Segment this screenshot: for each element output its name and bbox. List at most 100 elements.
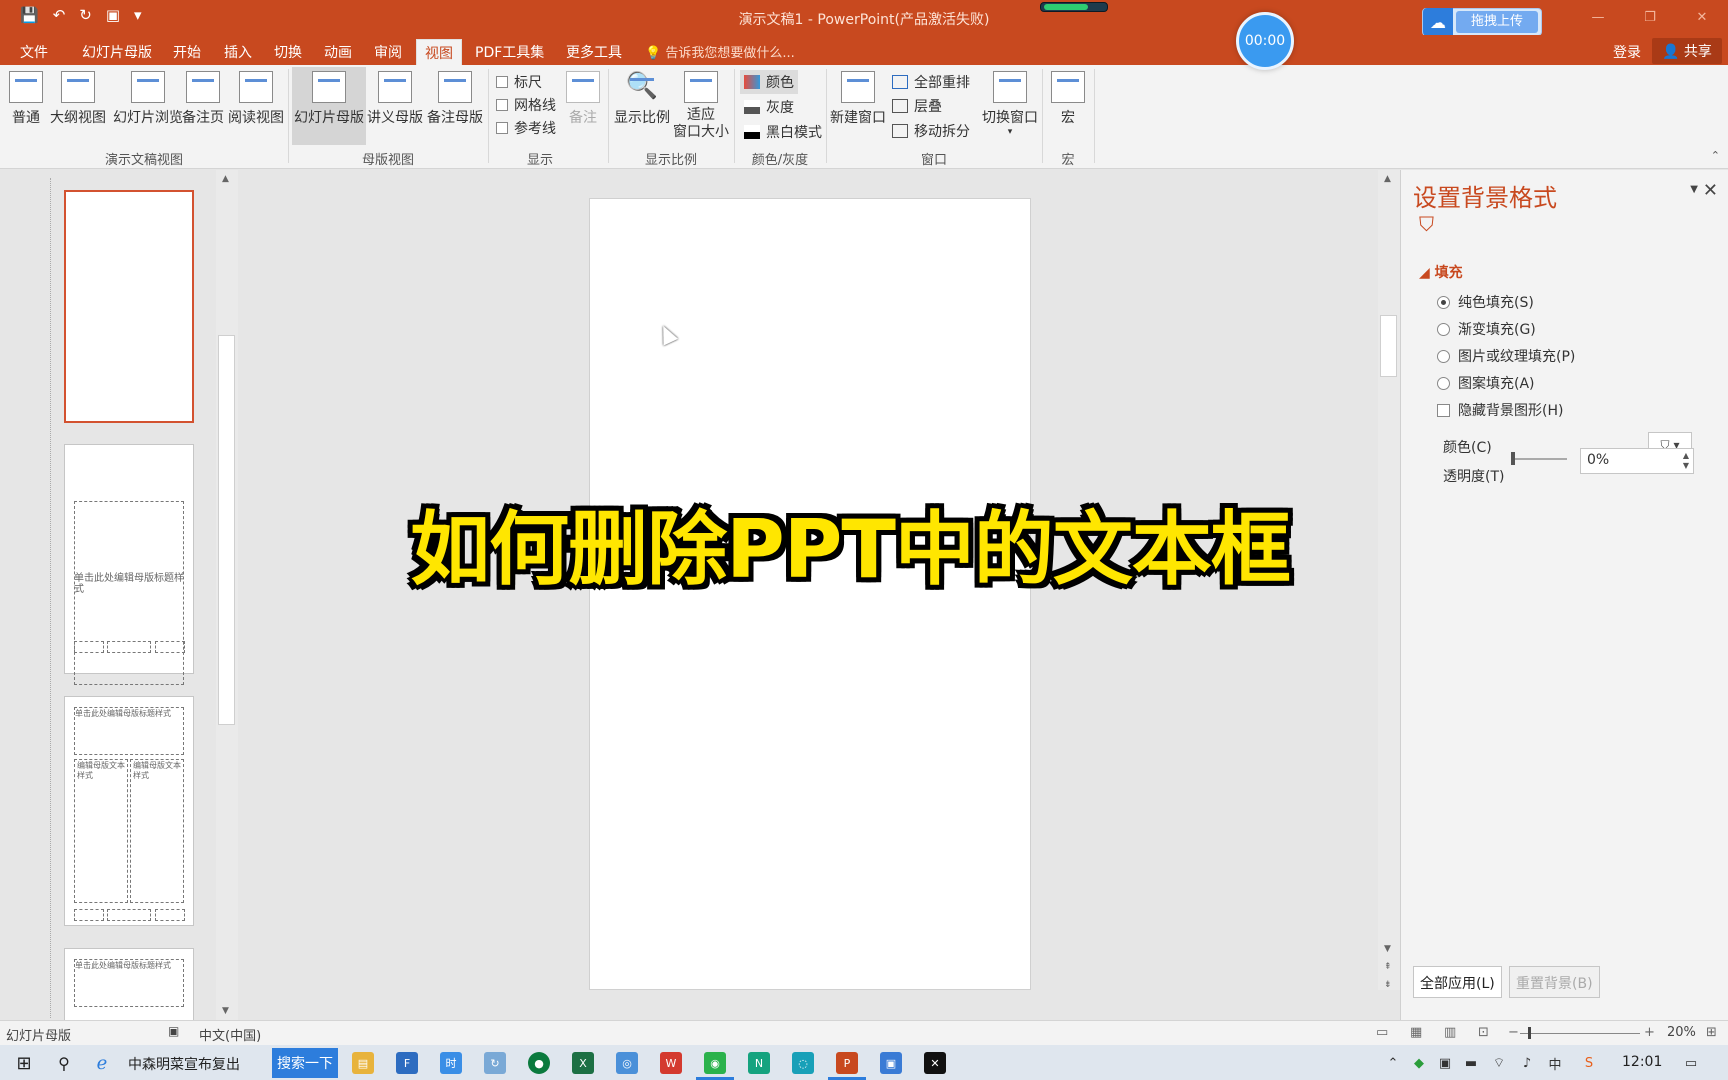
scroll-down-icon[interactable]: ▼ (1384, 944, 1391, 954)
sync-app-icon[interactable]: ↻ (484, 1052, 506, 1074)
tab-more-tools[interactable]: 更多工具 (566, 40, 622, 64)
ie-browser-icon[interactable]: ℯ (88, 1051, 116, 1075)
slide-sorter-button[interactable]: 幻灯片浏览 (110, 71, 186, 127)
arrange-all-button[interactable]: 全部重排 (892, 72, 970, 92)
slide-master-button[interactable]: 幻灯片母版 (292, 67, 366, 145)
news-headline[interactable]: 中森明菜宣布复出 (128, 1054, 240, 1074)
gridlines-checkbox[interactable]: 网格线 (496, 95, 556, 115)
minimize-button[interactable]: — (1572, 0, 1624, 35)
tab-animations[interactable]: 动画 (324, 40, 352, 64)
cloud-upload-widget[interactable]: ☁ 拖拽上传 (1422, 8, 1542, 36)
recording-timer[interactable]: 00:00 (1236, 12, 1294, 70)
login-link[interactable]: 登录 (1613, 42, 1641, 62)
excel-icon[interactable]: X (572, 1052, 594, 1074)
search-icon[interactable]: ⚲ (50, 1051, 78, 1075)
normal-view-icon[interactable]: ▭ (1376, 1025, 1388, 1040)
tab-insert[interactable]: 插入 (224, 40, 252, 64)
tab-pdf-tools[interactable]: PDF工具集 (475, 40, 544, 64)
sogou-ime-icon[interactable]: S (1578, 1051, 1600, 1075)
pane-options-icon[interactable]: ▼ (1690, 184, 1698, 195)
close-window-button[interactable]: ✕ (1676, 0, 1728, 35)
ruler-checkbox[interactable]: 标尺 (496, 72, 542, 92)
picture-fill-radio[interactable]: 图片或纹理填充(P) (1437, 346, 1575, 366)
slide-scrollbar[interactable]: ▲ ▼ ⇞ ⇟ (1378, 170, 1400, 990)
feishu-icon[interactable]: F (396, 1052, 418, 1074)
notes-button[interactable]: 备注 (564, 71, 602, 127)
outline-view-button[interactable]: 大纲视图 (48, 71, 108, 127)
media-app-icon[interactable]: ● (528, 1052, 550, 1074)
wps-icon[interactable]: W (660, 1052, 682, 1074)
status-language[interactable]: 中文(中国) (199, 1025, 261, 1044)
cascade-button[interactable]: 层叠 (892, 96, 942, 116)
solid-fill-radio[interactable]: 纯色填充(S) (1437, 292, 1534, 312)
scroll-down-icon[interactable]: ▼ (222, 1006, 229, 1016)
spellcheck-icon[interactable]: ▣ (168, 1024, 179, 1038)
layout-thumbnail-comparison[interactable]: 单击此处编辑母版标题样式 (64, 948, 194, 1020)
wifi-icon[interactable]: ⌔ (1490, 1051, 1508, 1075)
tab-home[interactable]: 开始 (173, 40, 201, 64)
tab-slide-master[interactable]: 幻灯片母版 (82, 40, 152, 64)
collapse-ribbon-icon[interactable]: ⌃ (1711, 149, 1720, 162)
transparency-slider[interactable] (1511, 458, 1567, 460)
master-thumbnail[interactable] (64, 190, 194, 423)
hide-background-graphics-checkbox[interactable]: 隐藏背景图形(H) (1437, 400, 1563, 420)
screen-app-icon[interactable]: ▣ (880, 1052, 902, 1074)
scroll-up-icon[interactable]: ▲ (222, 174, 229, 184)
layout-thumbnail-title[interactable]: 单击此处编辑母版标题样式 (64, 444, 194, 685)
tray-app-icon[interactable]: ◆ (1410, 1051, 1428, 1075)
powerpoint-icon[interactable]: P (828, 1052, 866, 1080)
tray-expand-icon[interactable]: ⌃ (1384, 1051, 1402, 1075)
guides-checkbox[interactable]: 参考线 (496, 118, 556, 138)
wechat-icon[interactable]: ◉ (696, 1052, 734, 1080)
scroll-up-icon[interactable]: ▲ (1384, 174, 1391, 184)
windows-start-icon[interactable]: ⊞ (10, 1051, 38, 1075)
grayscale-button[interactable]: 灰度 (744, 97, 794, 117)
volume-icon[interactable]: ♪ (1518, 1051, 1536, 1075)
tab-transitions[interactable]: 切换 (274, 40, 302, 64)
tab-file[interactable]: 文件 (20, 40, 48, 64)
prev-slide-icon[interactable]: ⇞ (1384, 962, 1392, 972)
reading-view-icon[interactable]: ▥ (1444, 1025, 1456, 1040)
tab-review[interactable]: 审阅 (374, 40, 402, 64)
capcut-icon[interactable]: ✕ (924, 1052, 946, 1074)
taskbar-clock[interactable]: 12:01 (1622, 1054, 1662, 1070)
chat-app-icon[interactable]: ◌ (792, 1052, 814, 1074)
tray-monitor-icon[interactable]: ▣ (1436, 1051, 1454, 1075)
pane-close-icon[interactable]: ✕ (1703, 180, 1718, 201)
transparency-input[interactable]: 0% ▲ ▼ (1580, 448, 1694, 474)
next-slide-icon[interactable]: ⇟ (1384, 980, 1392, 990)
switch-window-button[interactable]: 切换窗口 ▾ (980, 71, 1040, 137)
zoom-slider[interactable] (1520, 1033, 1640, 1034)
ime-indicator[interactable]: 中 (1546, 1051, 1564, 1075)
apply-to-all-button[interactable]: 全部应用(L) (1413, 966, 1502, 998)
new-window-button[interactable]: 新建窗口 (828, 71, 888, 127)
macros-button[interactable]: 宏 (1048, 71, 1088, 127)
clock-app-icon[interactable]: 时 (440, 1052, 462, 1074)
slide-scroll-thumb[interactable] (1380, 315, 1397, 377)
zoom-slider-thumb[interactable] (1527, 1027, 1531, 1039)
paint-bucket-icon[interactable]: ⛉ (1419, 212, 1434, 236)
recorder-app-icon[interactable]: N (748, 1052, 770, 1074)
reading-view-button[interactable]: 阅读视图 (226, 71, 286, 127)
file-explorer-icon[interactable]: ▤ (352, 1052, 374, 1074)
transparency-slider-thumb[interactable] (1511, 452, 1515, 465)
fill-section-header[interactable]: ◢ 填充 (1419, 262, 1463, 282)
zoom-button[interactable]: 🔍 显示比例 (614, 71, 670, 127)
normal-view-button[interactable]: 普通 (8, 71, 44, 127)
zoom-out-icon[interactable]: − (1508, 1025, 1519, 1040)
thumbnail-scroll-thumb[interactable] (218, 335, 235, 725)
pattern-fill-radio[interactable]: 图案填充(A) (1437, 373, 1535, 393)
zoom-in-icon[interactable]: + (1644, 1025, 1655, 1040)
fit-slide-icon[interactable]: ⊞ (1706, 1025, 1717, 1040)
spin-arrows-icon[interactable]: ▲ ▼ (1683, 451, 1689, 471)
zoom-percent[interactable]: 20% (1667, 1025, 1696, 1040)
notes-page-button[interactable]: 备注页 (180, 71, 226, 127)
network-app-icon[interactable]: ◎ (616, 1052, 638, 1074)
notifications-icon[interactable]: ▭ (1680, 1051, 1702, 1075)
web-search-button[interactable]: 搜索一下 (272, 1048, 338, 1078)
gradient-fill-radio[interactable]: 渐变填充(G) (1437, 319, 1536, 339)
slide-sorter-icon[interactable]: ▦ (1410, 1025, 1422, 1040)
battery-icon[interactable]: ▬ (1462, 1051, 1480, 1075)
share-button[interactable]: 👤 共享 (1652, 38, 1722, 64)
notes-master-button[interactable]: 备注母版 (426, 71, 484, 127)
